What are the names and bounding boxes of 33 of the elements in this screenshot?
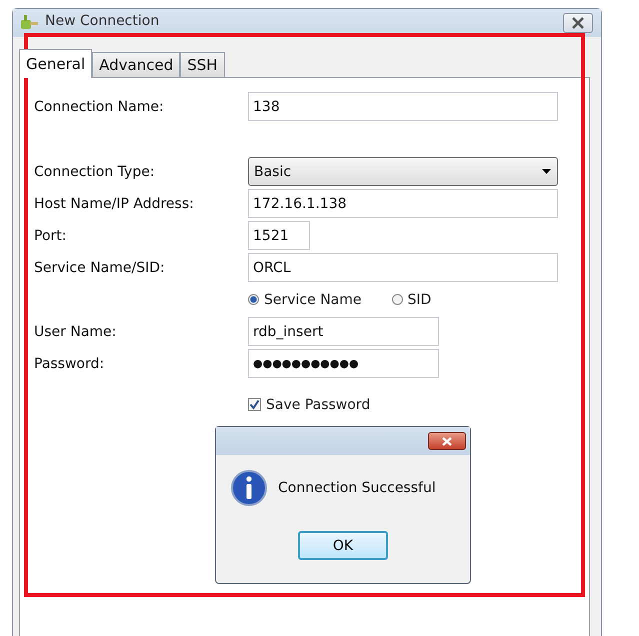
close-icon: [571, 17, 585, 29]
tab[interactable]: Advanced: [92, 52, 180, 77]
input-field[interactable]: ORCL: [248, 253, 558, 282]
window-title: New Connection: [45, 13, 160, 29]
dropdown[interactable]: Basic: [248, 157, 558, 186]
field-label: Password:: [34, 356, 106, 372]
tab[interactable]: SSH: [180, 52, 225, 77]
radio-option[interactable]: SID: [392, 292, 432, 308]
field-label: Service Name/SID:: [34, 260, 166, 276]
input-field[interactable]: rdb_insert: [248, 317, 439, 346]
field-label: Host Name/IP Address:: [34, 196, 195, 212]
plug-icon: [19, 14, 41, 32]
close-icon: [441, 436, 453, 446]
close-button[interactable]: [563, 13, 593, 33]
field-label: Connection Type:: [34, 164, 156, 180]
tab[interactable]: General: [19, 49, 92, 78]
input-field[interactable]: 172.16.1.138: [248, 189, 558, 218]
input-field[interactable]: 138: [248, 92, 558, 121]
field-label: Connection Name:: [34, 98, 165, 114]
radio-button[interactable]: [392, 294, 402, 305]
radio-button[interactable]: [248, 294, 259, 305]
info-icon: [230, 469, 268, 507]
radio-option[interactable]: Service Name: [248, 292, 362, 308]
input-field[interactable]: 1521: [248, 221, 310, 250]
input-field[interactable]: ●●●●●●●●●●●: [248, 349, 439, 378]
message-text: Connection Successful: [278, 480, 436, 496]
checkbox-option[interactable]: Save Password: [248, 396, 370, 412]
checkbox[interactable]: [248, 398, 261, 411]
field-label: Port:: [34, 228, 68, 244]
ok-button[interactable]: OK: [298, 531, 388, 560]
close-button[interactable]: [428, 432, 466, 450]
caret-icon: [542, 169, 551, 174]
field-label: User Name:: [34, 324, 118, 340]
